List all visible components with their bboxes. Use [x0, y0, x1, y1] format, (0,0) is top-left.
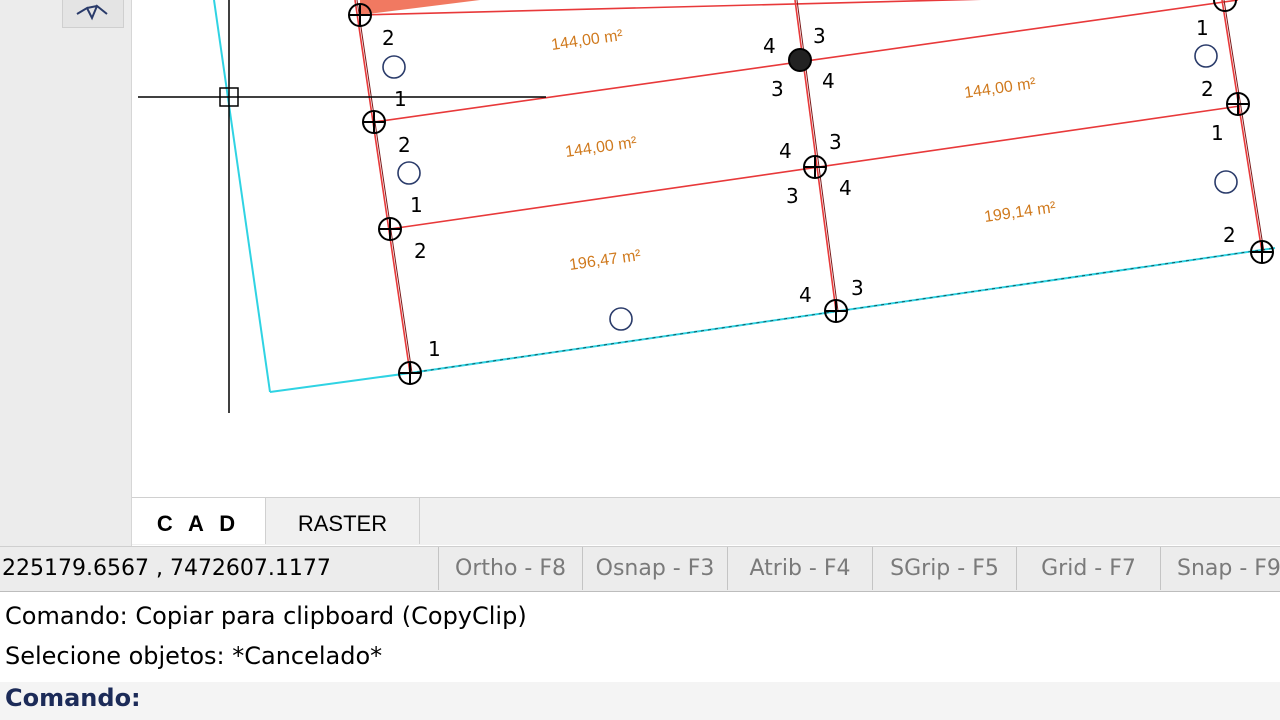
command-history-line: Selecione objetos: *Cancelado* [5, 642, 383, 670]
toggle-osnap[interactable]: Osnap - F3 [582, 547, 727, 590]
status-bar: 225179.6567 , 7472607.1177 Ortho - F8 Os… [0, 546, 1280, 593]
vertex-number: 3 [771, 77, 784, 101]
vertex-number: 4 [822, 69, 835, 93]
vertex-number: 4 [799, 283, 812, 307]
vertex-number: 1 [394, 87, 407, 111]
vertex-number: 2 [414, 239, 427, 263]
tab-cad[interactable]: C A D [132, 498, 266, 544]
toggle-atrib[interactable]: Atrib - F4 [727, 547, 872, 590]
division-line [1223, 0, 1265, 253]
vertex-number: 2 [1223, 223, 1236, 247]
toggle-sgrip[interactable]: SGrip - F5 [872, 547, 1016, 590]
drawing-canvas[interactable]: 144,00 m² 144,00 m² 144,00 m² 199,14 m² … [132, 0, 1280, 497]
vertex-number: 2 [398, 133, 411, 157]
area-label: 199,14 m² [983, 199, 1057, 226]
command-prompt: Comando: [5, 684, 141, 712]
command-history-line: Comando: Copiar para clipboard (CopyClip… [5, 602, 527, 630]
toggle-snap[interactable]: Snap - F9 [1160, 547, 1280, 590]
area-label: 196,47 m² [568, 247, 642, 274]
toggle-ortho[interactable]: Ortho - F8 [438, 547, 582, 590]
crosshair-cursor [138, 0, 546, 413]
coordinate-readout: 225179.6567 , 7472607.1177 [2, 556, 331, 581]
area-label: 144,00 m² [550, 27, 624, 54]
snap-tool-icon [76, 4, 108, 21]
tool-button[interactable] [62, 0, 124, 28]
vertex-number: 4 [763, 34, 776, 58]
vertex-number: 1 [1211, 121, 1224, 145]
vertex-number: 4 [779, 139, 792, 163]
vertex-number: 3 [851, 276, 864, 300]
division-line [356, 0, 413, 374]
area-label: 144,00 m² [963, 75, 1037, 102]
vertex-number: 2 [382, 26, 395, 50]
tab-raster[interactable]: RASTER [266, 498, 420, 544]
vertex-number: 2 [1201, 77, 1214, 101]
vertex-number: 3 [813, 24, 826, 48]
drawing-svg: 144,00 m² 144,00 m² 144,00 m² 199,14 m² … [138, 0, 1276, 413]
left-toolbar [0, 0, 132, 548]
vertex-number: 3 [829, 130, 842, 154]
vertex-number: 1 [428, 337, 441, 361]
boundary-lines [213, 0, 1276, 393]
vertex-number: 1 [1196, 16, 1209, 40]
toggle-grid[interactable]: Grid - F7 [1016, 547, 1160, 590]
command-input-line[interactable]: Comando: [0, 682, 1280, 720]
layout-tabs: C A D RASTER [132, 497, 1280, 545]
vertex-number: 1 [410, 193, 423, 217]
vertex-markers [348, 0, 1274, 385]
area-label: 144,00 m² [564, 134, 638, 161]
vertex-number: 3 [786, 184, 799, 208]
command-window[interactable]: Comando: Copiar para clipboard (CopyClip… [0, 592, 1280, 720]
vertex-number: 4 [839, 176, 852, 200]
